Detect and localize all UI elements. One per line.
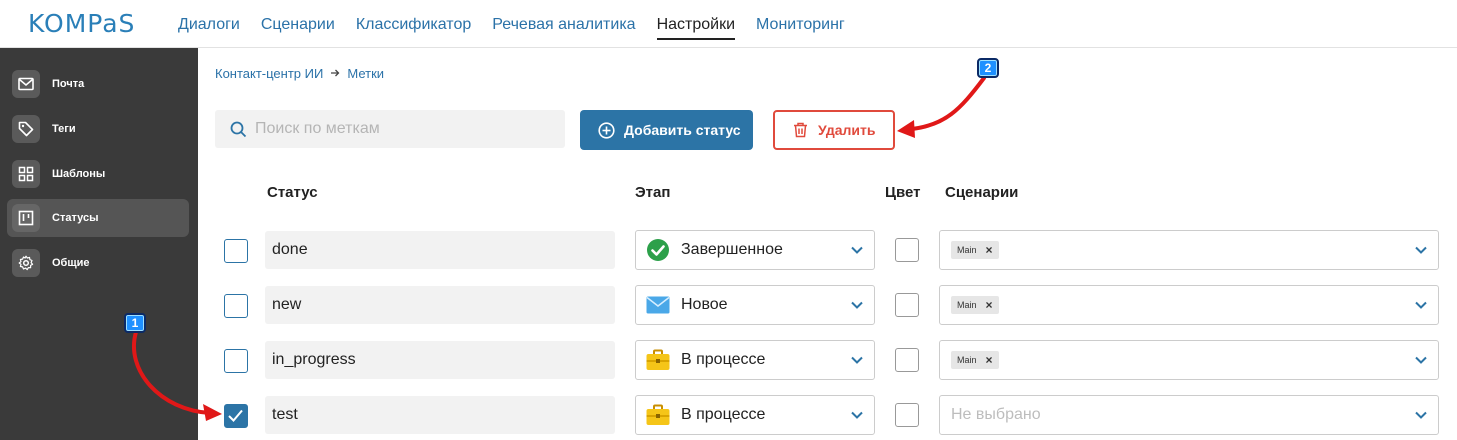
color-swatch[interactable] bbox=[895, 293, 919, 317]
status-name-input[interactable]: in_progress bbox=[265, 341, 615, 379]
briefcase-icon bbox=[646, 348, 670, 372]
status-name-input[interactable]: test bbox=[265, 396, 615, 434]
sidebar-item-label: Теги bbox=[52, 123, 76, 135]
checkmark-icon bbox=[228, 409, 243, 422]
search-icon bbox=[230, 121, 247, 137]
scenarios-select[interactable]: Main × bbox=[939, 230, 1439, 270]
sidebar-item-label: Общие bbox=[52, 257, 90, 269]
row-checkbox[interactable] bbox=[224, 404, 248, 428]
nav-scenarios[interactable]: Сценарии bbox=[261, 0, 335, 48]
row-checkbox[interactable] bbox=[224, 294, 248, 318]
status-name-input[interactable]: done bbox=[265, 231, 615, 269]
column-header-status: Статус bbox=[267, 184, 318, 201]
check-circle-icon bbox=[646, 238, 670, 262]
annotation-badge-2: 2 bbox=[977, 58, 999, 78]
chevron-down-icon bbox=[1415, 301, 1427, 309]
sidebar: Почта Теги Шаблоны Статусы Общие bbox=[0, 48, 198, 440]
envelope-icon bbox=[646, 293, 670, 317]
row-checkbox[interactable] bbox=[224, 239, 248, 263]
delete-label: Удалить bbox=[818, 122, 876, 138]
arrow-right-icon bbox=[330, 66, 340, 81]
chevron-down-icon bbox=[851, 411, 863, 419]
nav-monitoring[interactable]: Мониторинг bbox=[756, 0, 845, 48]
nav-classifier[interactable]: Классификатор bbox=[356, 0, 471, 48]
chevron-down-icon bbox=[1415, 411, 1427, 419]
scenario-chip: Main × bbox=[951, 241, 999, 259]
stage-select[interactable]: В процессе bbox=[635, 340, 875, 380]
kanban-icon bbox=[12, 204, 40, 232]
add-status-label: Добавить статус bbox=[624, 122, 741, 138]
mail-icon bbox=[12, 70, 40, 98]
sidebar-item-label: Статусы bbox=[52, 212, 99, 224]
chevron-down-icon bbox=[851, 246, 863, 254]
breadcrumb-current[interactable]: Метки bbox=[347, 66, 384, 81]
search-box bbox=[215, 110, 565, 148]
chevron-down-icon bbox=[1415, 356, 1427, 364]
breadcrumb-parent[interactable]: Контакт-центр ИИ bbox=[215, 66, 323, 81]
scenarios-placeholder: Не выбрано bbox=[951, 406, 1041, 423]
sidebar-item-mail[interactable]: Почта bbox=[7, 65, 189, 103]
sidebar-item-templates[interactable]: Шаблоны bbox=[7, 155, 189, 193]
status-name-input[interactable]: new bbox=[265, 286, 615, 324]
scenarios-select[interactable]: Main × bbox=[939, 340, 1439, 380]
close-icon[interactable]: × bbox=[986, 353, 993, 367]
chevron-down-icon bbox=[851, 356, 863, 364]
grid-icon bbox=[12, 160, 40, 188]
scenario-chip: Main × bbox=[951, 296, 999, 314]
annotation-badge-1: 1 bbox=[124, 313, 146, 333]
stage-select[interactable]: Новое bbox=[635, 285, 875, 325]
add-status-button[interactable]: Добавить статус bbox=[580, 110, 753, 150]
column-header-color: Цвет bbox=[885, 184, 921, 201]
delete-button[interactable]: Удалить bbox=[773, 110, 895, 150]
nav-dialogs[interactable]: Диалоги bbox=[178, 0, 240, 48]
search-input[interactable] bbox=[255, 120, 545, 138]
chevron-down-icon bbox=[851, 301, 863, 309]
breadcrumb: Контакт-центр ИИ Метки bbox=[215, 66, 384, 81]
plus-circle-icon bbox=[598, 121, 615, 139]
gear-icon bbox=[12, 249, 40, 277]
stage-select[interactable]: Завершенное bbox=[635, 230, 875, 270]
stage-value: Новое bbox=[681, 296, 728, 313]
nav-speech-analytics[interactable]: Речевая аналитика bbox=[492, 0, 635, 48]
main-nav: Диалоги Сценарии Классификатор Речевая а… bbox=[178, 0, 866, 48]
color-swatch[interactable] bbox=[895, 403, 919, 427]
chevron-down-icon bbox=[1415, 246, 1427, 254]
color-swatch[interactable] bbox=[895, 238, 919, 262]
sidebar-item-label: Почта bbox=[52, 78, 85, 90]
column-header-stage: Этап bbox=[635, 184, 671, 201]
stage-value: В процессе bbox=[681, 406, 766, 423]
tag-icon bbox=[12, 115, 40, 143]
color-swatch[interactable] bbox=[895, 348, 919, 372]
sidebar-item-tags[interactable]: Теги bbox=[7, 110, 189, 148]
top-bar: KOMPaS Диалоги Сценарии Классификатор Ре… bbox=[0, 0, 1457, 48]
scenarios-select[interactable]: Не выбрано bbox=[939, 395, 1439, 435]
close-icon[interactable]: × bbox=[986, 243, 993, 257]
scenarios-select[interactable]: Main × bbox=[939, 285, 1439, 325]
column-header-scenarios: Сценарии bbox=[945, 184, 1019, 201]
stage-value: Завершенное bbox=[681, 241, 783, 258]
briefcase-icon bbox=[646, 403, 670, 427]
row-checkbox[interactable] bbox=[224, 349, 248, 373]
scenario-chip: Main × bbox=[951, 351, 999, 369]
sidebar-item-label: Шаблоны bbox=[52, 168, 106, 180]
nav-settings[interactable]: Настройки bbox=[656, 0, 736, 48]
trash-icon bbox=[794, 122, 807, 138]
app-logo[interactable]: KOMPaS bbox=[28, 9, 135, 38]
sidebar-item-statuses[interactable]: Статусы bbox=[7, 199, 189, 237]
stage-value: В процессе bbox=[681, 351, 766, 368]
close-icon[interactable]: × bbox=[986, 298, 993, 312]
stage-select[interactable]: В процессе bbox=[635, 395, 875, 435]
sidebar-item-general[interactable]: Общие bbox=[7, 244, 189, 282]
